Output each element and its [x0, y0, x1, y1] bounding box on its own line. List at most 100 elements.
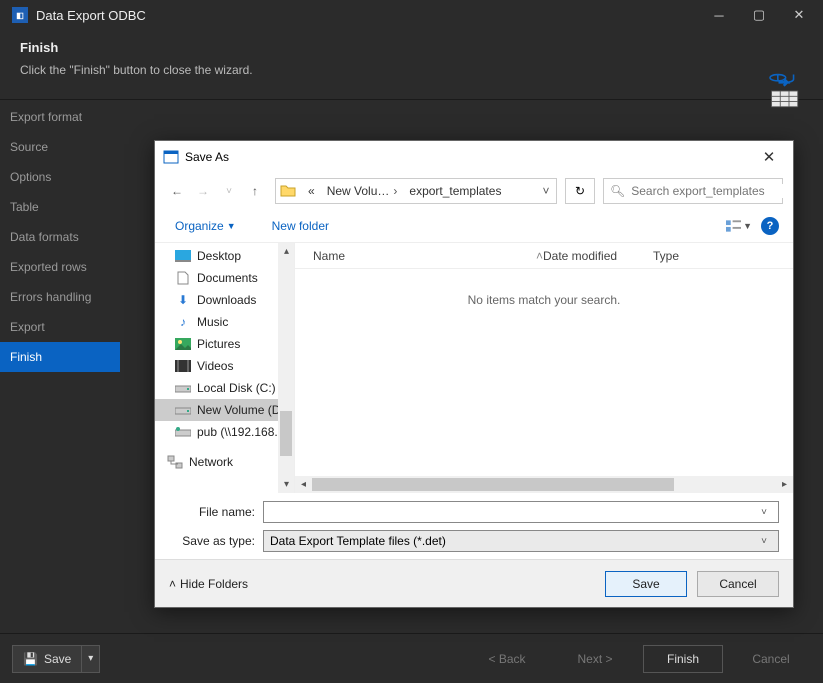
tree-item-network[interactable]: Network [155, 451, 278, 473]
scroll-left-icon[interactable]: ◂ [295, 476, 312, 493]
save-template-button[interactable]: 💾 Save [12, 645, 82, 673]
breadcrumb[interactable]: « New Volu…› export_templates ˅ [275, 178, 557, 204]
nav-forward-button: → [191, 179, 215, 203]
close-button[interactable]: ✕ [779, 0, 819, 30]
column-name[interactable]: Name˄ [313, 249, 543, 263]
sidebar-item-export[interactable]: Export [0, 312, 120, 342]
sidebar-item-table[interactable]: Table [0, 192, 120, 222]
tree-item-desktop[interactable]: Desktop [155, 245, 278, 267]
scroll-down-icon[interactable]: ▾ [278, 476, 295, 493]
save-button-label: Save [44, 652, 71, 666]
chevron-up-icon: ˄ [169, 577, 176, 591]
help-button[interactable]: ? [761, 217, 779, 235]
hide-folders-button[interactable]: ˄ Hide Folders [169, 577, 248, 591]
sidebar-item-finish[interactable]: Finish [0, 342, 120, 372]
breadcrumb-part-0[interactable]: New Volu…› [321, 179, 404, 203]
tree-item-videos[interactable]: Videos [155, 355, 278, 377]
save-as-type-value: Data Export Template files (*.det) [270, 534, 756, 548]
sidebar-item-errors-handling[interactable]: Errors handling [0, 282, 120, 312]
sidebar-item-exported-rows[interactable]: Exported rows [0, 252, 120, 282]
wizard-sidebar: Export format Source Options Table Data … [0, 100, 120, 630]
file-name-input[interactable] [270, 505, 756, 519]
breadcrumb-part-1[interactable]: export_templates [403, 179, 507, 203]
page-title: Finish [20, 40, 803, 55]
column-type[interactable]: Type [653, 249, 793, 263]
disk-icon [175, 402, 191, 418]
cancel-button: Cancel [731, 645, 811, 673]
sort-asc-icon: ˄ [536, 249, 543, 263]
file-list: Name˄ Date modified Type No items match … [295, 243, 793, 493]
scroll-right-icon[interactable]: ▸ [776, 476, 793, 493]
list-header: Name˄ Date modified Type [295, 243, 793, 269]
tree-item-local-disk-c[interactable]: Local Disk (C:) [155, 377, 278, 399]
file-name-label: File name: [169, 505, 263, 519]
export-icon [761, 70, 803, 117]
dialog-save-button[interactable]: Save [605, 571, 687, 597]
dialog-cancel-button[interactable]: Cancel [697, 571, 779, 597]
back-button: < Back [467, 645, 547, 673]
tree-item-documents[interactable]: Documents [155, 267, 278, 289]
scroll-up-icon[interactable]: ▴ [278, 243, 295, 260]
videos-icon [175, 358, 191, 374]
nav-up-button[interactable]: ↑ [243, 179, 267, 203]
save-as-dialog: Save As ✕ ← → ˅ ↑ « New Volu…› export_te… [154, 140, 794, 608]
network-icon [167, 454, 183, 470]
breadcrumb-prefix[interactable]: « [302, 179, 321, 203]
download-icon: ⬇ [175, 292, 191, 308]
next-button: Next > [555, 645, 635, 673]
tree-item-pub-network[interactable]: pub (\\192.168.0 [155, 421, 278, 443]
pictures-icon [175, 336, 191, 352]
dialog-title-bar: Save As ✕ [155, 141, 793, 173]
nav-history-button[interactable]: ˅ [217, 179, 241, 203]
sidebar-item-data-formats[interactable]: Data formats [0, 222, 120, 252]
tree-item-new-volume-d[interactable]: New Volume (D:) [155, 399, 278, 421]
nav-back-button[interactable]: ← [165, 179, 189, 203]
empty-list-message: No items match your search. [295, 269, 793, 476]
app-icon: ◧ [12, 7, 28, 23]
instruction-text: Click the "Finish" button to close the w… [20, 63, 803, 77]
dialog-close-button[interactable]: ✕ [753, 141, 785, 173]
window-title: Data Export ODBC [36, 8, 146, 23]
refresh-button[interactable]: ↻ [565, 178, 595, 204]
tree-item-pictures[interactable]: Pictures [155, 333, 278, 355]
dialog-nav-row: ← → ˅ ↑ « New Volu…› export_templates ˅ … [155, 173, 793, 209]
folder-icon [175, 270, 191, 286]
new-folder-button[interactable]: New folder [266, 215, 335, 237]
tree-item-downloads[interactable]: ⬇Downloads [155, 289, 278, 311]
network-drive-icon [175, 424, 191, 440]
title-bar: ◧ Data Export ODBC ─ ▢ ✕ [0, 0, 823, 30]
finish-button[interactable]: Finish [643, 645, 723, 673]
column-date-modified[interactable]: Date modified [543, 249, 653, 263]
list-horizontal-scrollbar[interactable]: ◂ ▸ [295, 476, 793, 493]
dialog-fields: File name: ˅ Save as type: Data Export T… [155, 493, 793, 559]
save-as-type-dropdown[interactable]: Data Export Template files (*.det) ˅ [263, 530, 779, 552]
breadcrumb-dropdown[interactable]: ˅ [536, 179, 556, 203]
dialog-toolbar: Organize▼ New folder ▼ ? [155, 209, 793, 243]
music-icon: ♪ [175, 314, 191, 330]
dialog-footer: ˄ Hide Folders Save Cancel [155, 559, 793, 607]
search-box[interactable]: 🔍︎ [603, 178, 783, 204]
wizard-header: Finish Click the "Finish" button to clos… [0, 30, 823, 81]
view-options-button[interactable]: ▼ [725, 214, 753, 238]
desktop-icon [175, 248, 191, 264]
sidebar-item-source[interactable]: Source [0, 132, 120, 162]
folder-tree: Desktop Documents ⬇Downloads ♪Music Pict… [155, 243, 295, 493]
dialog-title: Save As [185, 150, 753, 164]
tree-item-music[interactable]: ♪Music [155, 311, 278, 333]
save-dropdown-button[interactable]: ▾ [82, 645, 100, 673]
search-icon: 🔍︎ [610, 184, 625, 198]
chevron-down-icon: ▼ [227, 221, 236, 231]
file-name-combobox[interactable]: ˅ [263, 501, 779, 523]
organize-button[interactable]: Organize▼ [169, 215, 242, 237]
maximize-button[interactable]: ▢ [739, 0, 779, 30]
search-input[interactable] [631, 184, 786, 198]
sidebar-item-export-format[interactable]: Export format [0, 102, 120, 132]
sidebar-item-options[interactable]: Options [0, 162, 120, 192]
tree-scrollbar[interactable]: ▴ ▾ [278, 243, 294, 493]
chevron-right-icon: › [393, 184, 397, 198]
wizard-footer: 💾 Save ▾ < Back Next > Finish Cancel [0, 633, 823, 683]
chevron-down-icon[interactable]: ˅ [756, 507, 772, 518]
disk-icon [175, 380, 191, 396]
chevron-down-icon[interactable]: ˅ [756, 536, 772, 547]
minimize-button[interactable]: ─ [699, 0, 739, 30]
